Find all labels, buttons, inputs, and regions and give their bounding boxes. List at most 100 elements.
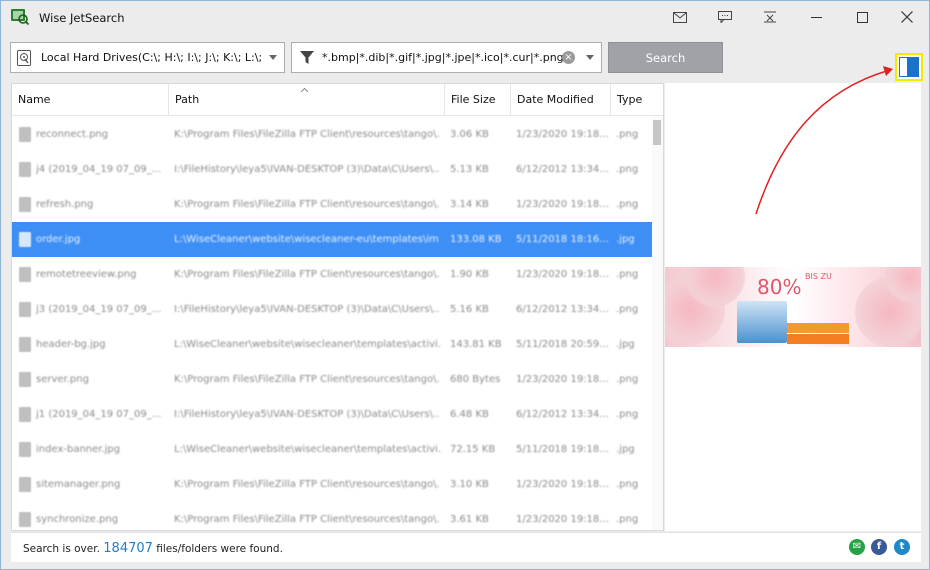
image-file-icon: [19, 407, 31, 422]
chevron-down-icon[interactable]: [586, 55, 594, 60]
twitter-icon[interactable]: t: [894, 539, 910, 555]
drive-select[interactable]: Local Hard Drives(C:\; H:\; I:\; J:\; K:…: [10, 42, 285, 73]
status-bar: Search is over. 184707 files/folders wer…: [11, 532, 921, 562]
status-prefix: Search is over.: [23, 543, 100, 555]
share-email-icon[interactable]: ✉: [849, 539, 865, 555]
cell-path: K:\Program Files\FileZilla FTP Client\re…: [174, 199, 440, 210]
skin-button[interactable]: [747, 1, 793, 33]
cell-date: 1/23/2020 19:18...: [516, 514, 609, 525]
scrollbar-thumb[interactable]: [653, 120, 661, 145]
cell-name: j3 (2019_04_19 07_09_...: [36, 304, 162, 315]
image-file-icon: [19, 442, 31, 457]
results-table: Name Path File Size Date Modified Type r…: [11, 83, 664, 531]
ad-upto-label: BIS ZU: [805, 272, 832, 281]
cell-type: .png: [616, 129, 639, 140]
cell-path: K:\Program Files\FileZilla FTP Client\re…: [174, 269, 440, 280]
column-header-date-modified[interactable]: Date Modified: [511, 84, 611, 116]
table-row[interactable]: synchronize.png K:\Program Files\FileZill…: [12, 502, 652, 530]
ad-buy-badge: [787, 334, 849, 344]
maximize-button[interactable]: [839, 1, 885, 33]
cell-path: K:\Program Files\FileZilla FTP Client\re…: [174, 374, 440, 385]
status-suffix: files/folders were found.: [156, 543, 283, 555]
cell-date: 6/12/2012 13:34...: [516, 304, 609, 315]
cell-name: remotetreeview.png: [36, 269, 137, 280]
cell-size: 3.06 KB: [450, 129, 489, 140]
app-window: Wise JetSearch Local Hard Drives(C:\; H:…: [0, 0, 930, 570]
column-header-file-size[interactable]: File Size: [445, 84, 511, 116]
sort-caret-icon: [301, 88, 308, 92]
cell-date: 5/11/2018 19:18...: [516, 444, 609, 455]
cell-size: 6.48 KB: [450, 409, 489, 420]
comment-icon: [718, 11, 732, 23]
table-row[interactable]: j3 (2019_04_19 07_09_... I:\FileHistory\l…: [12, 292, 652, 327]
feedback-mail-button[interactable]: [657, 1, 703, 33]
table-row[interactable]: j1 (2019_04_19 07_09_... I:\FileHistory\l…: [12, 397, 652, 432]
skin-icon: [764, 11, 776, 23]
table-body: reconnect.png K:\Program Files\FileZilla …: [12, 117, 652, 530]
cell-date: 1/23/2020 19:18...: [516, 199, 609, 210]
image-file-icon: [19, 267, 31, 282]
cell-date: 5/11/2018 20:59...: [516, 339, 609, 350]
chevron-down-icon[interactable]: [269, 55, 277, 60]
file-type-filter[interactable]: *.bmp|*.dib|*.gif|*.jpg|*.jpe|*.ico|*.cu…: [291, 42, 602, 73]
cell-type: .png: [616, 479, 639, 490]
vertical-scrollbar[interactable]: [652, 117, 663, 530]
close-button[interactable]: [884, 1, 930, 33]
cell-type: .png: [616, 304, 639, 315]
ad-banner[interactable]: 80% BIS ZU: [665, 267, 921, 347]
column-header-name[interactable]: Name: [12, 84, 169, 116]
cell-size: 5.16 KB: [450, 304, 489, 315]
preview-panel-toggle-button[interactable]: [895, 53, 923, 81]
cell-path: L:\WiseCleaner\website\wisecleaner\templ…: [174, 444, 440, 455]
window-title: Wise JetSearch: [39, 11, 125, 25]
image-file-icon: [19, 302, 31, 317]
cell-type: .png: [616, 514, 639, 525]
table-row[interactable]: order.jpg L:\WiseCleaner\website\wiseclea…: [12, 222, 652, 257]
maximize-icon: [856, 11, 868, 23]
cell-name: header-bg.jpg: [36, 339, 106, 350]
cell-name: order.jpg: [36, 234, 81, 245]
preview-panel: 80% BIS ZU: [665, 83, 921, 531]
search-toolbar: Local Hard Drives(C:\; H:\; I:\; J:\; K:…: [1, 33, 929, 81]
cell-name: j1 (2019_04_19 07_09_...: [36, 409, 162, 420]
cell-date: 1/23/2020 19:18...: [516, 374, 609, 385]
table-row[interactable]: refresh.png K:\Program Files\FileZilla FT…: [12, 187, 652, 222]
cell-type: .jpg: [616, 339, 635, 350]
image-file-icon: [19, 337, 31, 352]
comment-button[interactable]: [702, 1, 748, 33]
cell-name: index-banner.jpg: [36, 444, 121, 455]
table-row[interactable]: remotetreeview.png K:\Program Files\FileZ…: [12, 257, 652, 292]
drive-select-value: Local Hard Drives(C:\; H:\; I:\; J:\; K:…: [41, 51, 265, 64]
minimize-icon: [810, 16, 822, 18]
search-button[interactable]: Search: [608, 42, 723, 73]
table-row[interactable]: index-banner.jpg L:\WiseCleaner\website\w…: [12, 432, 652, 467]
table-row[interactable]: header-bg.jpg L:\WiseCleaner\website\wise…: [12, 327, 652, 362]
minimize-button[interactable]: [793, 1, 839, 33]
cell-path: I:\FileHistory\leya5\IVAN-DESKTOP (3)\Da…: [174, 304, 440, 315]
facebook-icon[interactable]: f: [871, 539, 887, 555]
table-row[interactable]: reconnect.png K:\Program Files\FileZilla …: [12, 117, 652, 152]
cell-date: 5/11/2018 18:16...: [516, 234, 609, 245]
table-row[interactable]: j4 (2019_04_19 07_09_... I:\FileHistory\l…: [12, 152, 652, 187]
result-count: 184707: [103, 541, 153, 556]
column-header-type[interactable]: Type: [611, 84, 663, 116]
image-file-icon: [19, 512, 31, 527]
cell-name: j4 (2019_04_19 07_09_...: [36, 164, 162, 175]
table-row[interactable]: sitemanager.png K:\Program Files\FileZill…: [12, 467, 652, 502]
cell-path: I:\FileHistory\leya5\IVAN-DESKTOP (3)\Da…: [174, 409, 440, 420]
cell-name: refresh.png: [36, 199, 94, 210]
cell-date: 6/12/2012 13:34...: [516, 164, 609, 175]
cell-path: L:\WiseCleaner\website\wisecleaner-eu\te…: [174, 234, 440, 245]
title-bar: Wise JetSearch: [1, 1, 929, 33]
cell-path: K:\Program Files\FileZilla FTP Client\re…: [174, 514, 440, 525]
cell-type: .jpg: [616, 234, 635, 245]
cell-path: K:\Program Files\FileZilla FTP Client\re…: [174, 479, 440, 490]
cell-size: 5.13 KB: [450, 164, 489, 175]
cell-path: L:\WiseCleaner\website\wisecleaner\templ…: [174, 339, 440, 350]
app-logo-icon: [11, 9, 29, 25]
cell-type: .png: [616, 269, 639, 280]
clear-icon[interactable]: ×: [562, 51, 575, 64]
cell-size: 3.61 KB: [450, 514, 489, 525]
hard-drive-icon: [17, 49, 31, 66]
table-row[interactable]: server.png K:\Program Files\FileZilla FTP…: [12, 362, 652, 397]
